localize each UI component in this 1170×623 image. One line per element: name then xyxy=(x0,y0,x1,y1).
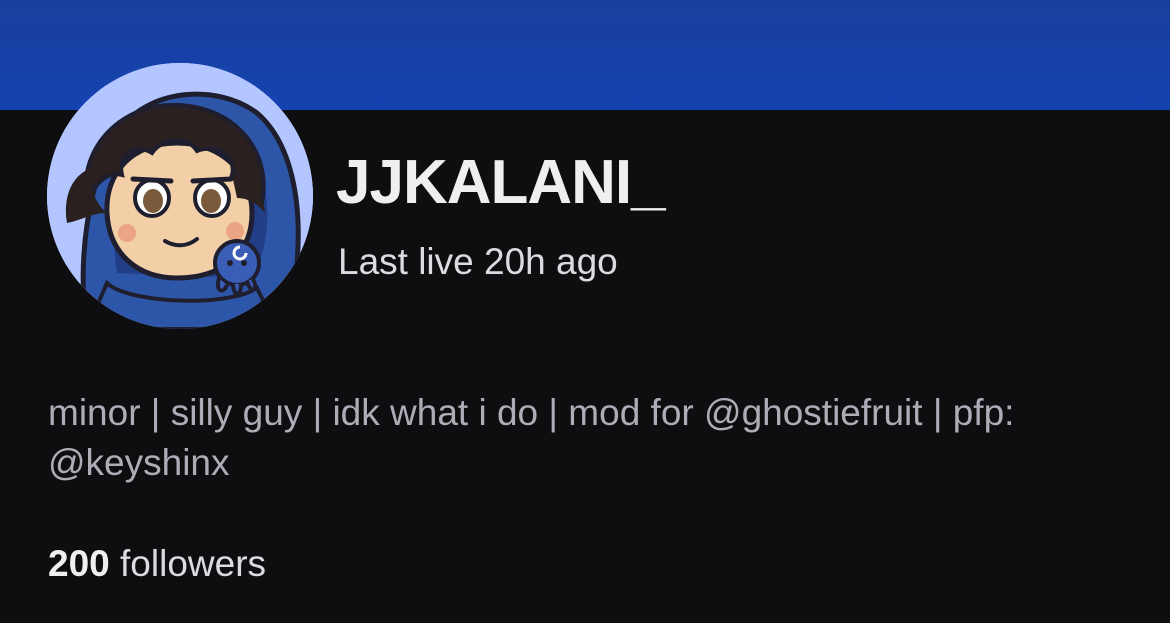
last-live-status: Last live 20h ago xyxy=(338,241,618,282)
avatar[interactable] xyxy=(47,63,313,329)
followers-label: followers xyxy=(120,543,267,584)
followers-number: 200 xyxy=(48,543,110,584)
followers-count[interactable]: 200 followers xyxy=(48,540,266,588)
profile-bio: minor | silly guy | idk what i do | mod … xyxy=(48,392,1015,483)
channel-username[interactable]: JJKALANI_ xyxy=(336,148,666,218)
avatar-illustration-icon xyxy=(47,63,313,329)
